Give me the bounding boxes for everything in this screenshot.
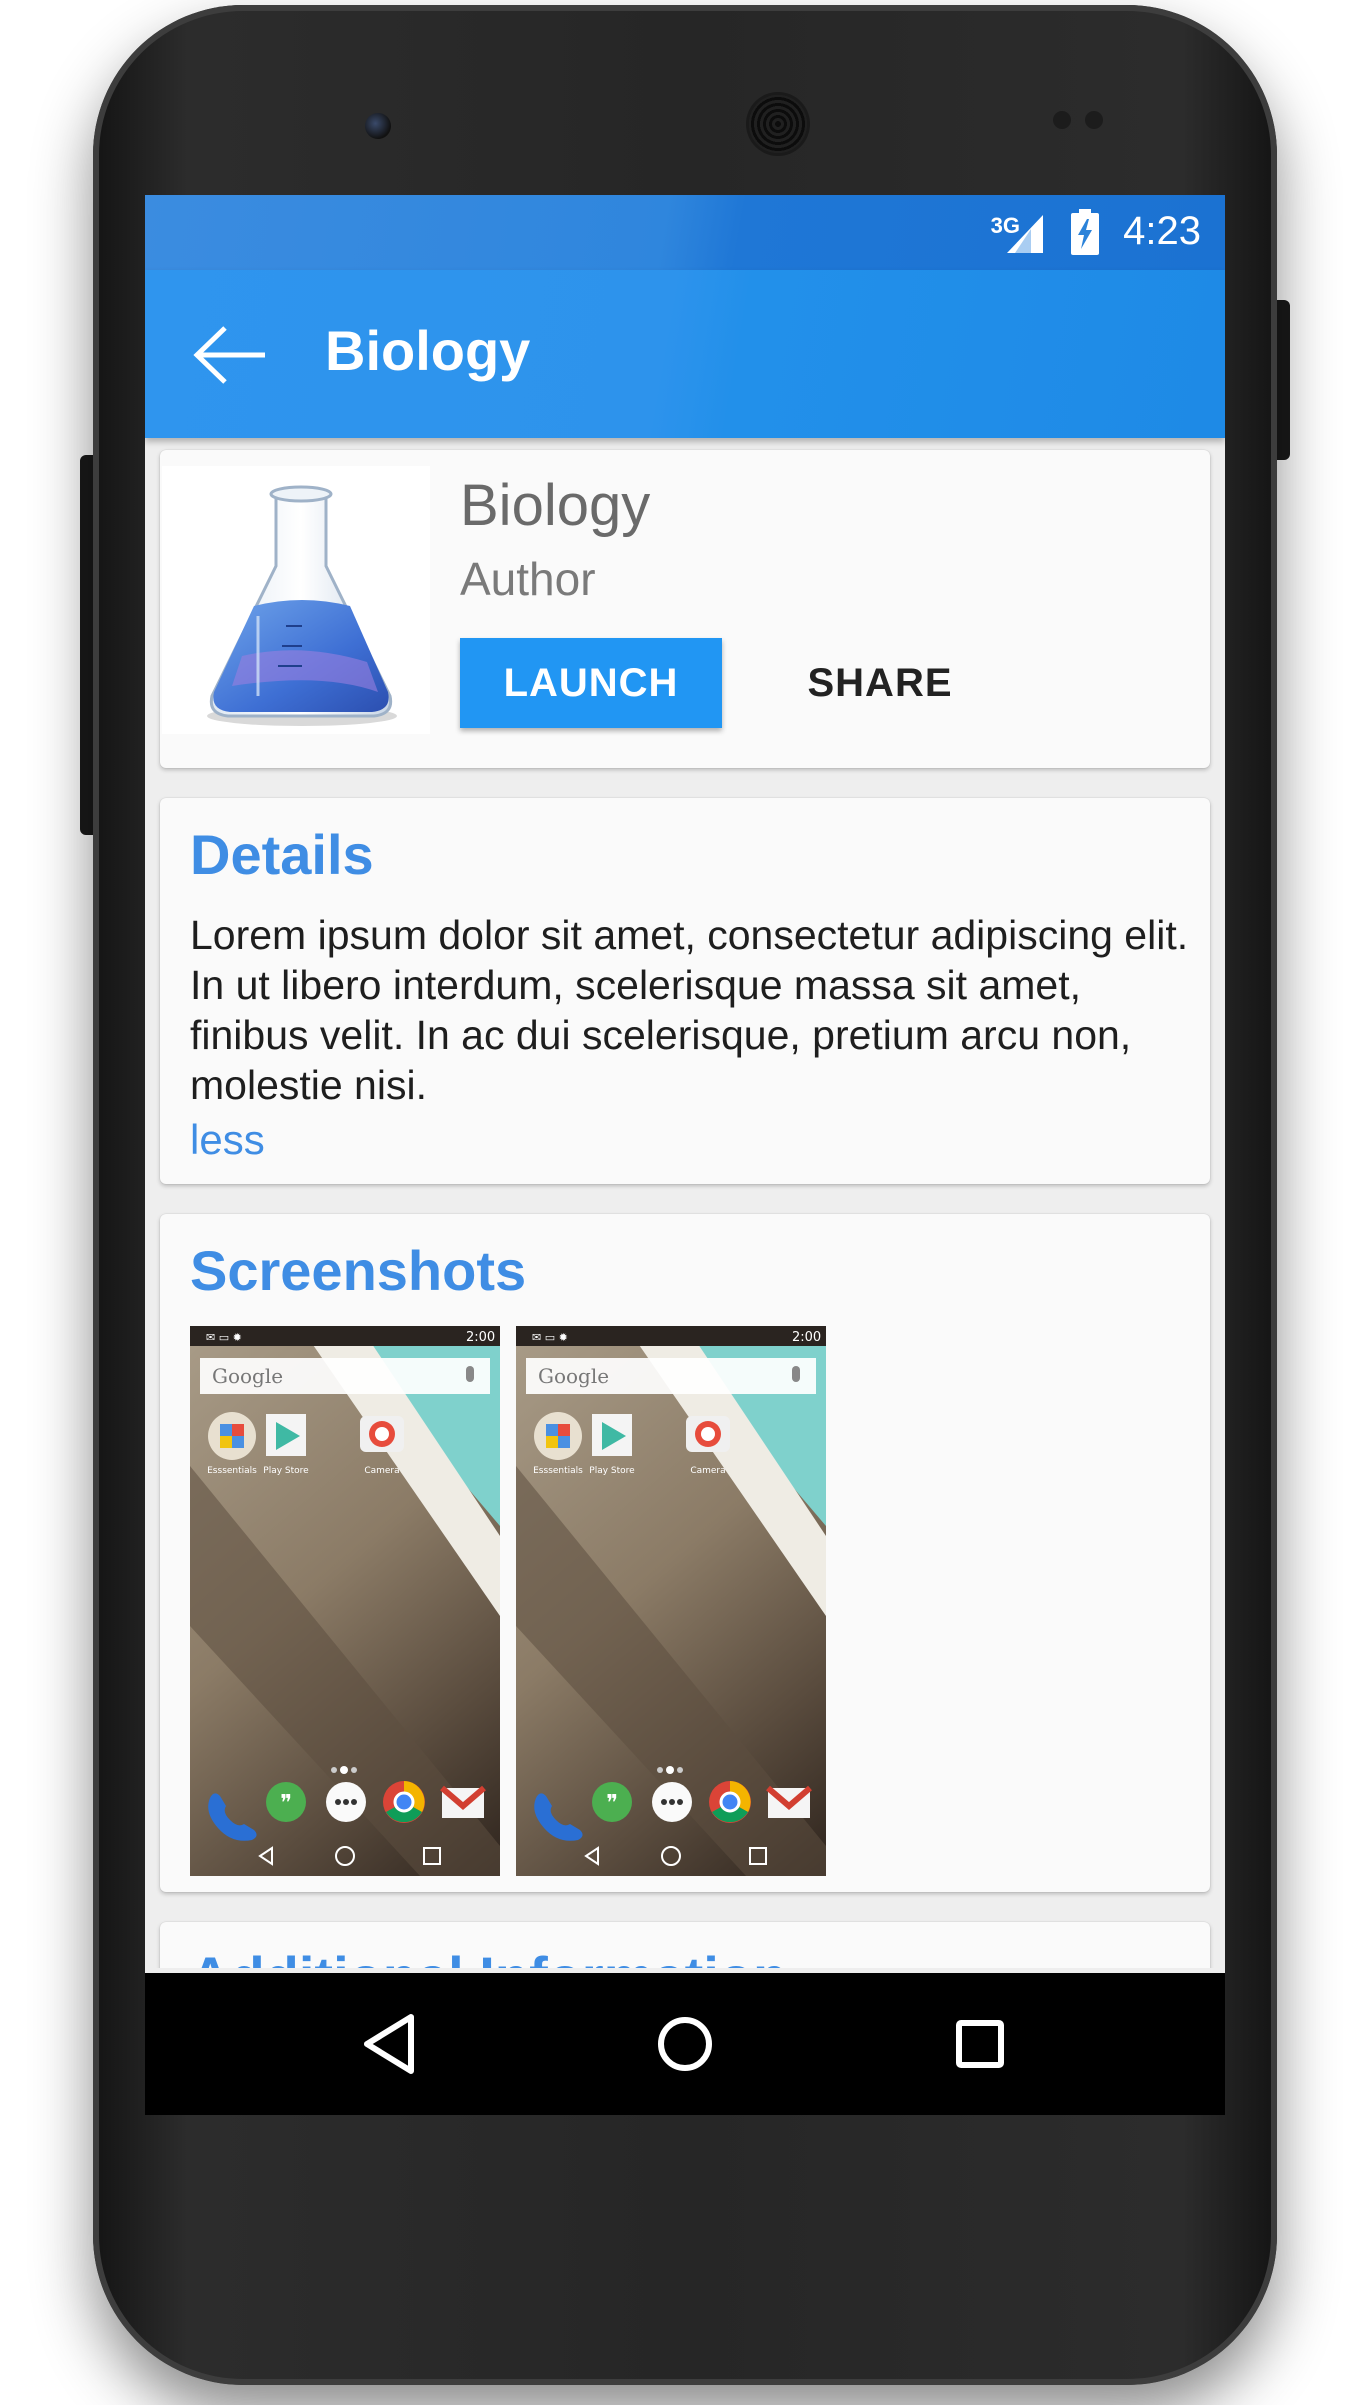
svg-text:Camera: Camera (364, 1466, 399, 1476)
screenshots-title: Screenshots (190, 1239, 527, 1302)
svg-text:Esssentials: Esssentials (207, 1466, 257, 1476)
details-title: Details (190, 823, 374, 886)
nav-recents-icon[interactable] (945, 2009, 1015, 2079)
preview-clock: 2:00 (792, 1330, 821, 1345)
status-clock: 4:23 (1123, 209, 1201, 253)
earpiece-speaker (749, 95, 807, 153)
nav-back-icon[interactable] (355, 2009, 425, 2079)
system-nav-bar (145, 1973, 1225, 2115)
status-bar: 3G 4:23 (145, 195, 1225, 270)
home-screen-preview: ✉ ▭ ✹ 2:00 Google Esssentials Play Store… (516, 1326, 826, 1876)
screen: 3G 4:23 Biology Biology Author LAUNCH SH… (145, 195, 1225, 2115)
app-name: Biology (460, 473, 651, 538)
back-arrow-icon[interactable] (191, 325, 271, 385)
additional-info-card: Additional Information (160, 1922, 1210, 1968)
proximity-sensor (1053, 111, 1071, 129)
front-camera (365, 113, 391, 139)
svg-text:Play Store: Play Store (263, 1466, 309, 1476)
network-type: 3G (990, 213, 1020, 238)
svg-text:Google: Google (212, 1364, 283, 1388)
screenshots-card: Screenshots ✉ ▭ ✹ 2:00 Google Esssential… (160, 1214, 1210, 1892)
svg-text:Esssentials: Esssentials (533, 1466, 583, 1476)
app-author: Author (460, 553, 596, 605)
light-sensor (1085, 111, 1103, 129)
less-link[interactable]: less (190, 1116, 265, 1164)
launch-button[interactable]: LAUNCH (460, 638, 722, 728)
toolbar-title: Biology (325, 319, 531, 382)
svg-text:Google: Google (538, 1364, 609, 1388)
screenshot-thumbnail[interactable]: ✉ ▭ ✹ 2:00 Google Esssentials Play Store… (516, 1326, 826, 1876)
preview-clock: 2:00 (466, 1330, 495, 1345)
screenshot-thumbnail[interactable]: ✉ ▭ ✹ 2:00 Google Esssentials Play Store… (190, 1326, 500, 1876)
battery-charging-icon (1071, 209, 1099, 255)
app-toolbar: Biology (145, 270, 1225, 438)
additional-info-title: Additional Information (190, 1944, 787, 1968)
home-screen-preview: ✉ ▭ ✹ 2:00 Google Esssentials Play Store… (190, 1326, 500, 1876)
svg-text:Play Store: Play Store (589, 1466, 635, 1476)
svg-text:❞: ❞ (606, 1791, 618, 1816)
share-button[interactable]: SHARE (760, 638, 1000, 728)
details-text: Lorem ipsum dolor sit amet, consectetur … (190, 912, 1189, 1108)
svg-text:✉ ▭ ✹: ✉ ▭ ✹ (532, 1331, 568, 1344)
flask-icon (162, 466, 430, 734)
app-header-card: Biology Author LAUNCH SHARE (160, 450, 1210, 768)
svg-text:✉ ▭ ✹: ✉ ▭ ✹ (206, 1331, 242, 1344)
scroll-content[interactable]: Biology Author LAUNCH SHARE Details Lore… (145, 438, 1225, 1968)
nav-home-icon[interactable] (650, 2009, 720, 2079)
svg-text:Camera: Camera (690, 1466, 725, 1476)
details-card: Details Lorem ipsum dolor sit amet, cons… (160, 798, 1210, 1184)
svg-text:❞: ❞ (280, 1791, 292, 1816)
